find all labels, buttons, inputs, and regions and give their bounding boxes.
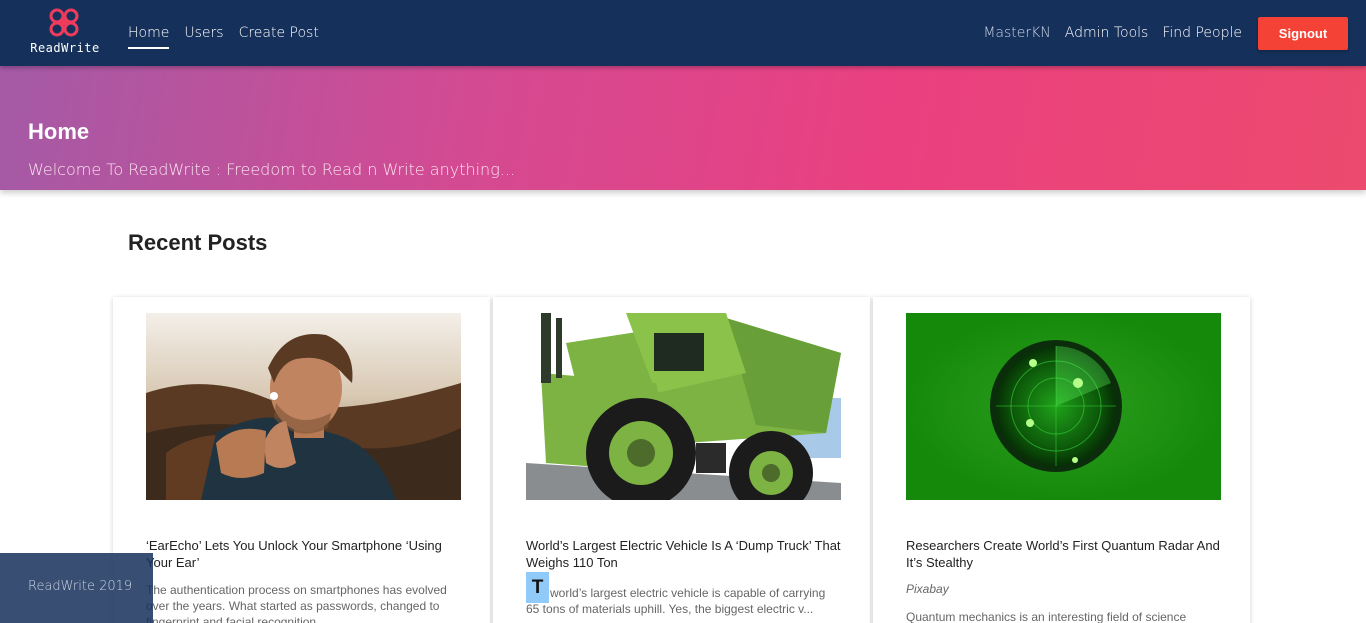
brand-name: ReadWrite (30, 41, 100, 55)
post-excerpt: The world’s largest electric vehicle is … (526, 586, 826, 616)
nav-admin-tools-link[interactable]: Admin Tools (1065, 19, 1149, 47)
text-cursor-badge: T (526, 572, 549, 603)
post-title[interactable]: World’s Largest Electric Vehicle Is A ‘D… (526, 537, 841, 571)
page-header-banner: Home Welcome To ReadWrite : Freedom to R… (0, 66, 1366, 190)
nav-create-post-link[interactable]: Create Post (239, 19, 319, 47)
nav-find-people-link[interactable]: Find People (1162, 19, 1242, 47)
page-subtitle: Welcome To ReadWrite : Freedom to Read n… (28, 160, 516, 179)
readwrite-logo-icon (49, 8, 79, 37)
nav-users-link[interactable]: Users (184, 19, 223, 47)
post-title[interactable]: Researchers Create World’s First Quantum… (906, 537, 1221, 571)
footer-overlay: ReadWrite 2019 (0, 553, 153, 623)
post-card[interactable]: ‘EarEcho’ Lets You Unlock Your Smartphon… (113, 297, 490, 623)
nav-primary: Home Users Create Post (128, 0, 334, 66)
nav-home-link[interactable]: Home (128, 19, 170, 49)
top-navbar: ReadWrite Home Users Create Post MasterK… (0, 0, 1366, 66)
post-image-credit: Pixabay (906, 582, 949, 596)
post-excerpt: The authentication process on smartphone… (146, 583, 447, 623)
brand-logo-link[interactable]: ReadWrite (27, 8, 103, 60)
post-excerpt: Quantum mechanics is an interesting fiel… (906, 610, 1187, 623)
page-title: Home (28, 119, 90, 144)
signout-button[interactable]: Signout (1258, 16, 1348, 50)
post-card[interactable]: World’s Largest Electric Vehicle Is A ‘D… (493, 297, 870, 623)
nav-username-link[interactable]: MasterKN (983, 19, 1050, 47)
recent-posts-heading: Recent Posts (128, 230, 268, 255)
post-card[interactable]: Researchers Create World’s First Quantum… (873, 297, 1250, 623)
nav-secondary: MasterKN Admin Tools Find People Signout (983, 0, 1348, 66)
post-image-green-radar[interactable] (906, 313, 1221, 500)
post-image-green-dump-truck[interactable] (526, 313, 841, 500)
post-image-man-with-earbud[interactable] (146, 313, 461, 500)
post-title[interactable]: ‘EarEcho’ Lets You Unlock Your Smartphon… (146, 537, 461, 571)
footer-copyright: ReadWrite 2019 (28, 579, 133, 594)
